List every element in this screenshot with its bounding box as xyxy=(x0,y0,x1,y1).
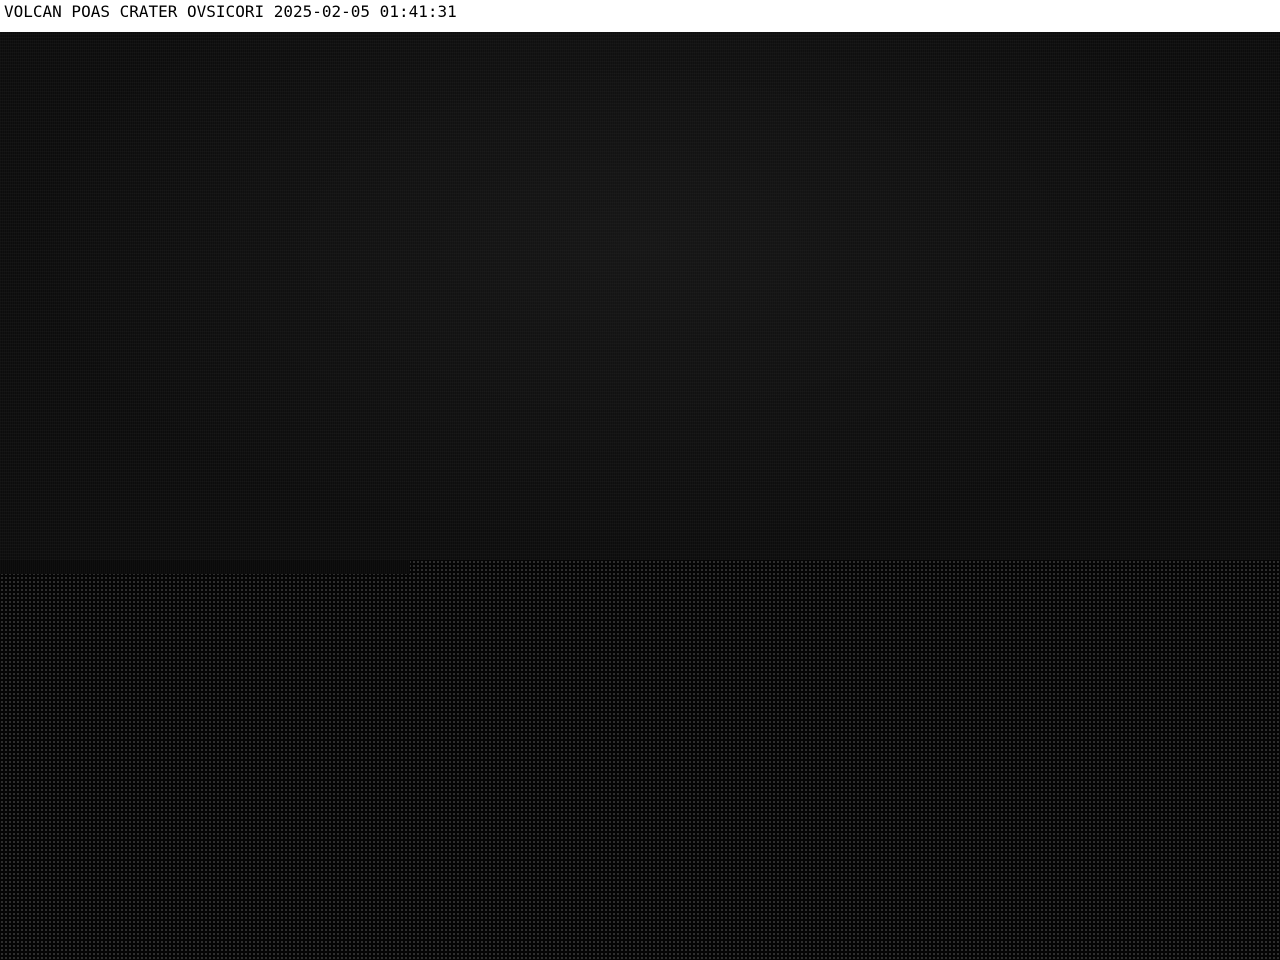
caption-bar: VOLCAN POAS CRATER OVSICORI 2025-02-05 0… xyxy=(0,0,1280,32)
camera-caption: VOLCAN POAS CRATER OVSICORI 2025-02-05 0… xyxy=(4,2,457,21)
night-sky xyxy=(0,32,1280,560)
webcam-frame: VOLCAN POAS CRATER OVSICORI 2025-02-05 0… xyxy=(0,0,1280,960)
sky-left-edge xyxy=(0,560,410,574)
ground-noise-left xyxy=(0,574,410,960)
